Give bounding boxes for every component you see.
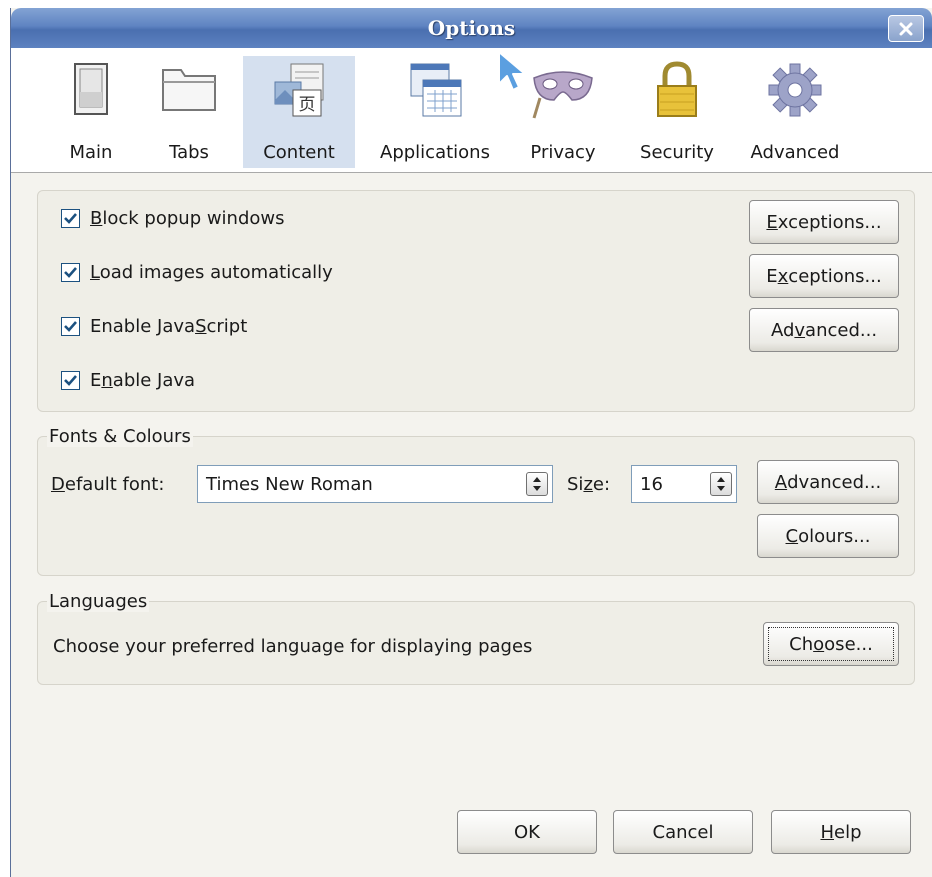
privacy-mask-icon [532, 71, 593, 119]
pane-toolbar: Main Tabs 页 Content Applications Privacy… [11, 48, 932, 173]
default-font-label: Default font: [51, 474, 165, 495]
tab-privacy-label: Privacy [530, 142, 596, 163]
enable-javascript-row[interactable]: Enable JavaScript [61, 314, 247, 338]
tab-main[interactable]: Main [51, 56, 131, 168]
tab-advanced[interactable]: Advanced [741, 56, 849, 168]
default-font-spinner[interactable] [526, 472, 548, 496]
javascript-advanced-button[interactable]: Ad v anced... [749, 308, 899, 352]
languages-caption: Languages [47, 591, 150, 612]
tab-content-label: Content [263, 142, 335, 163]
gear-icon [768, 63, 822, 117]
help-button[interactable]: Help [771, 810, 911, 854]
tab-applications-label: Applications [380, 142, 490, 163]
checkmark-icon [64, 320, 77, 332]
checkmark-icon [64, 212, 77, 224]
default-font-select[interactable]: Times New Roman [197, 465, 553, 503]
cancel-button[interactable]: Cancel [613, 810, 753, 854]
fonts-advanced-button[interactable]: Advanced... [757, 460, 899, 504]
tab-security[interactable]: Security [627, 56, 727, 168]
tab-security-label: Security [640, 142, 714, 163]
block-popups-row[interactable]: Block popup windows [61, 206, 285, 230]
block-popups-checkbox[interactable] [61, 208, 80, 228]
popup-exceptions-button[interactable]: Exceptions... [749, 200, 899, 244]
options-dialog: Options Main Tabs 页 Content Applications… [10, 8, 932, 877]
close-icon [899, 22, 913, 35]
load-images-checkbox[interactable] [61, 262, 80, 282]
close-button[interactable] [888, 15, 924, 42]
tab-content[interactable]: 页 Content [243, 56, 355, 168]
enable-java-row[interactable]: Enable Java [61, 368, 195, 392]
up-down-arrows-icon [717, 477, 725, 491]
enable-javascript-label: Enable JavaScript [90, 315, 248, 337]
checkmark-icon [64, 374, 77, 386]
lock-icon [657, 61, 697, 117]
content-icon: 页 [274, 63, 324, 117]
title-bar[interactable]: Options [11, 8, 932, 48]
default-font-value: Times New Roman [206, 473, 373, 495]
tab-main-label: Main [69, 142, 113, 163]
languages-description: Choose your preferred language for displ… [53, 636, 533, 657]
load-images-row[interactable]: Load images automatically [61, 260, 333, 284]
images-exceptions-button[interactable]: Ex ceptions... [749, 254, 899, 298]
main-icon [74, 63, 108, 115]
applications-icon [410, 63, 462, 117]
font-size-select[interactable]: 16 [631, 465, 737, 503]
tab-tabs-label: Tabs [169, 142, 209, 163]
svg-text:页: 页 [299, 95, 316, 115]
window-title: Options [427, 16, 516, 40]
enable-javascript-checkbox[interactable] [61, 316, 80, 336]
up-down-arrows-icon [533, 477, 541, 491]
checkmark-icon [64, 266, 77, 278]
fonts-colours-caption: Fonts & Colours [47, 426, 193, 447]
font-size-spinner[interactable] [710, 472, 732, 496]
block-popups-label: Block popup windows [90, 207, 285, 229]
enable-java-label: Enable Java [90, 369, 196, 391]
font-size-value: 16 [640, 473, 663, 495]
enable-java-checkbox[interactable] [61, 370, 80, 390]
ok-button[interactable]: OK [457, 810, 597, 854]
load-images-label: Load images automatically [90, 261, 333, 283]
tab-applications[interactable]: Applications [371, 56, 499, 168]
tab-tabs[interactable]: Tabs [149, 56, 229, 168]
tabs-icon [162, 69, 216, 111]
size-label: Size: [567, 474, 611, 495]
tab-advanced-label: Advanced [750, 142, 840, 163]
colours-button[interactable]: Colours... [757, 514, 899, 558]
mouse-pointer-icon [498, 51, 526, 91]
choose-languages-button[interactable]: Ch o ose... [763, 622, 899, 666]
